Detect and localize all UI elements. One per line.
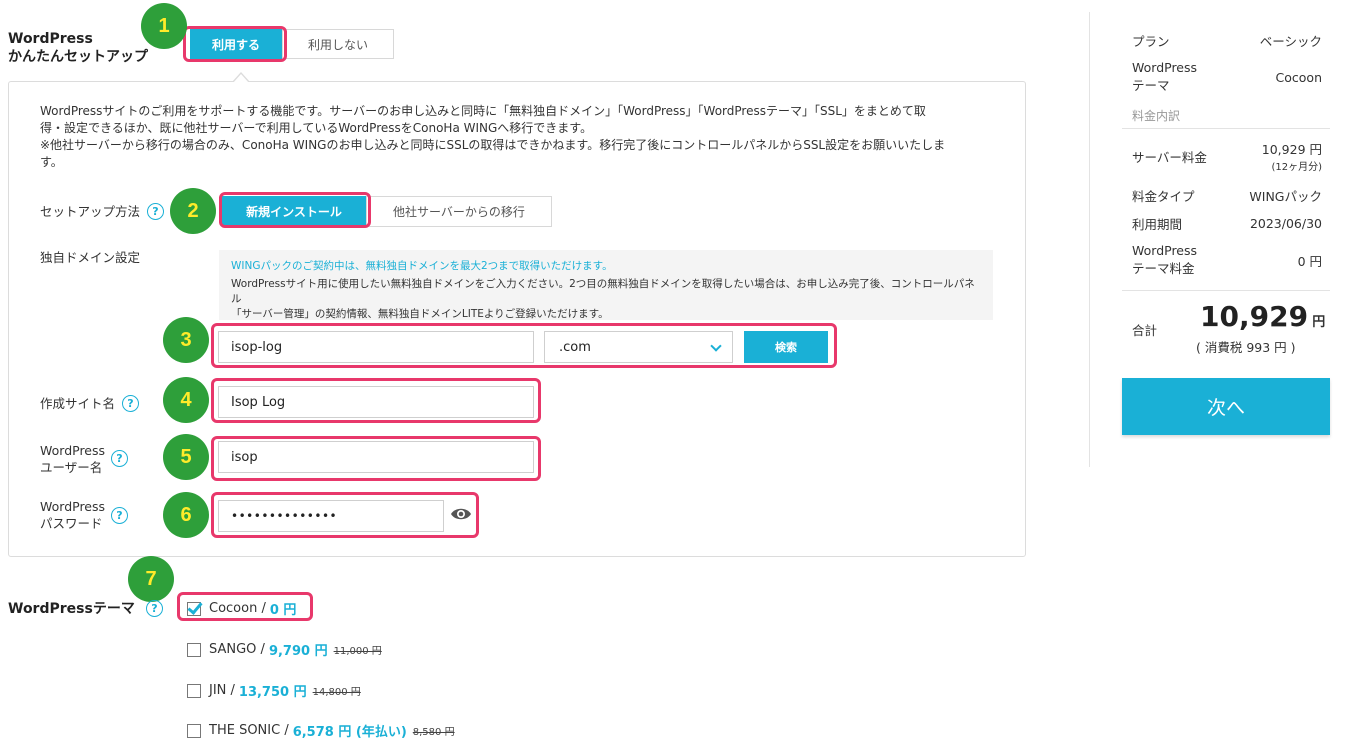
summary-theme: WordPress テーマ Cocoon <box>1132 60 1322 93</box>
wp-setup-title-line2: かんたんセットアップ <box>8 49 148 65</box>
step-3-badge: 3 <box>163 317 209 363</box>
help-icon[interactable]: ? <box>111 450 128 467</box>
wp-user-label: WordPress ユーザー名 <box>40 443 106 475</box>
theme-label: WordPressテーマ <box>8 601 135 617</box>
highlight-2 <box>219 192 371 228</box>
help-icon[interactable]: ? <box>147 203 164 220</box>
summary-theme-fee: WordPress テーマ料金 0 円 <box>1132 243 1322 276</box>
highlight-3 <box>211 323 837 368</box>
theme-option-jin[interactable]: JIN / 13,750 円 14,800 円 <box>187 681 361 700</box>
wp-setup-title-line1: WordPress <box>8 31 93 47</box>
help-icon[interactable]: ? <box>122 395 139 412</box>
checkbox[interactable] <box>187 642 201 657</box>
highlight-7 <box>177 592 313 621</box>
wp-pass-label: WordPress パスワード <box>40 499 106 531</box>
checkbox[interactable] <box>187 683 201 698</box>
step-2-badge: 2 <box>170 188 216 234</box>
summary-period: 利用期間 2023/06/30 <box>1132 216 1322 232</box>
total-label: 合計 <box>1132 323 1158 338</box>
highlight-1 <box>183 26 287 62</box>
step-4-badge: 4 <box>163 377 209 423</box>
highlight-6 <box>211 492 479 538</box>
migrate-button[interactable]: 他社サーバーからの移行 <box>366 196 552 227</box>
site-name-label: 作成サイト名 <box>40 396 116 411</box>
wp-setup-title: WordPress かんたんセットアップ <box>8 30 148 66</box>
next-button[interactable]: 次へ <box>1122 378 1330 435</box>
setup-description: WordPressサイトのご利用をサポートする機能です。サーバーのお申し込みと同… <box>40 104 946 169</box>
help-icon[interactable]: ? <box>111 507 128 524</box>
total-amount: 10,929 円 <box>1200 300 1326 333</box>
help-icon[interactable]: ? <box>146 600 163 617</box>
no-use-button[interactable]: 利用しない <box>282 29 394 59</box>
domain-label: 独自ドメイン設定 <box>40 250 141 265</box>
checkbox[interactable] <box>187 723 201 738</box>
summary-plan: プラン ベーシック <box>1132 34 1322 49</box>
theme-option-sango[interactable]: SANGO / 9,790 円 11,000 円 <box>187 640 382 659</box>
highlight-5 <box>211 436 541 481</box>
setup-method-label: セットアップ方法 <box>40 204 141 219</box>
summary-fee-type: 料金タイプ WINGパック <box>1132 189 1322 204</box>
step-5-badge: 5 <box>163 434 209 480</box>
tax-note: ( 消費税 993 円 ) <box>1196 340 1296 355</box>
highlight-4 <box>211 378 541 423</box>
domain-note: WINGパックのご契約中は、無料独自ドメインを最大2つまで取得いただけます。 W… <box>219 250 993 320</box>
step-6-badge: 6 <box>163 492 209 538</box>
summary-divider <box>1089 12 1090 467</box>
step-1-badge: 1 <box>141 3 187 49</box>
fee-detail-label: 料金内訳 <box>1132 109 1181 123</box>
step-7-badge: 7 <box>128 556 174 602</box>
summary-server-fee: サーバー料金 10,929 円 (12ヶ月分) <box>1132 142 1322 173</box>
theme-option-the-sonic[interactable]: THE SONIC / 6,578 円 (年払い) 8,580 円 <box>187 721 455 740</box>
